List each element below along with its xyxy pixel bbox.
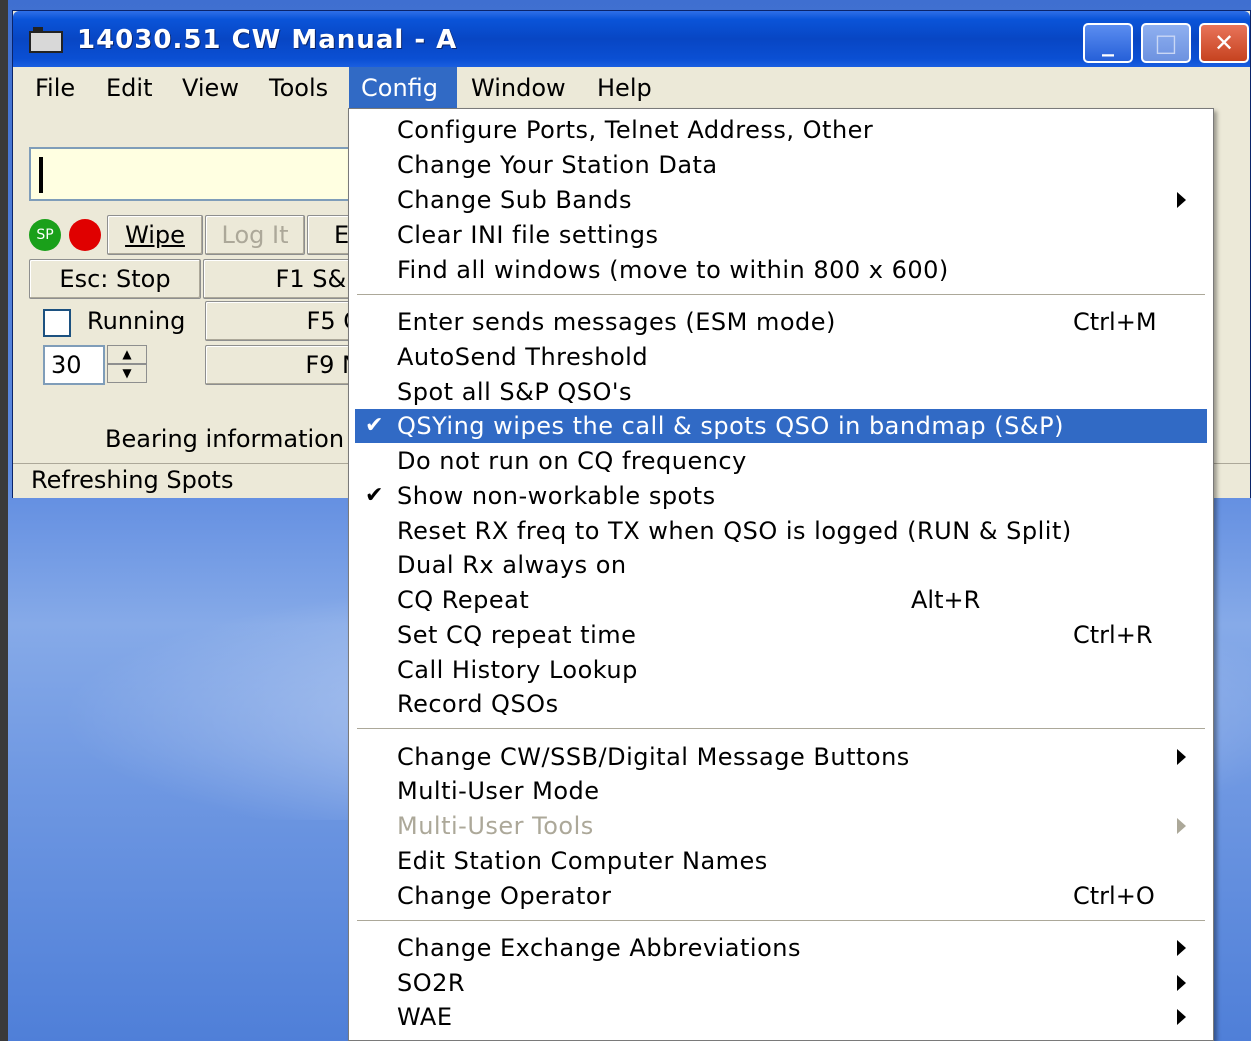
menu-do-not-run-cq[interactable]: Do not run on CQ frequency xyxy=(355,444,1207,478)
menu-set-cq-repeat-time[interactable]: Set CQ repeat time Ctrl+R xyxy=(355,618,1207,652)
stepper-down-icon[interactable]: ▼ xyxy=(107,364,147,383)
stepper-up-icon[interactable]: ▲ xyxy=(107,345,147,364)
cq-repeat-input[interactable]: 30 xyxy=(43,345,105,385)
menu-edit[interactable]: Edit xyxy=(94,67,164,109)
menu-spot-all-sp[interactable]: Spot all S&P QSO's xyxy=(355,375,1207,409)
cq-repeat-stepper[interactable]: ▲ ▼ xyxy=(107,345,147,385)
submenu-arrow-icon xyxy=(1177,818,1186,834)
menu-wae[interactable]: WAE xyxy=(355,1000,1207,1034)
menu-change-sub-bands[interactable]: Change Sub Bands xyxy=(355,183,1207,217)
sp-indicator-icon: SP xyxy=(29,219,61,251)
submenu-arrow-icon xyxy=(1177,192,1186,208)
menu-so2r[interactable]: SO2R xyxy=(355,966,1207,1000)
wipe-button[interactable]: Wipe xyxy=(107,215,203,255)
menu-configure-ports[interactable]: Configure Ports, Telnet Address, Other xyxy=(355,113,1207,147)
menu-edit-station-names[interactable]: Edit Station Computer Names xyxy=(355,844,1207,878)
window-title: 14030.51 CW Manual - A xyxy=(77,25,458,55)
menu-clear-ini[interactable]: Clear INI file settings xyxy=(355,218,1207,252)
menu-record-qsos[interactable]: Record QSOs xyxy=(355,687,1207,721)
menu-multi-user-tools: Multi-User Tools xyxy=(355,809,1207,843)
f1-button[interactable]: F1 S&F xyxy=(203,259,367,299)
run-indicator-icon xyxy=(69,219,101,251)
close-button[interactable]: ✕ xyxy=(1199,23,1249,63)
config-dropdown-menu: Configure Ports, Telnet Address, Other C… xyxy=(348,108,1214,1041)
bearing-info: Bearing information a xyxy=(105,425,367,453)
menu-reset-rx-freq[interactable]: Reset RX freq to TX when QSO is logged (… xyxy=(355,514,1207,548)
menu-help[interactable]: Help xyxy=(585,67,664,109)
menu-separator xyxy=(357,294,1205,296)
menu-separator xyxy=(357,728,1205,730)
menu-file[interactable]: File xyxy=(23,67,87,109)
running-checkbox[interactable] xyxy=(43,309,71,337)
menu-find-all-windows[interactable]: Find all windows (move to within 800 x 6… xyxy=(355,253,1207,287)
menu-show-non-workable[interactable]: ✔ Show non-workable spots xyxy=(355,479,1207,513)
menu-multi-user-mode[interactable]: Multi-User Mode xyxy=(355,774,1207,808)
menu-window[interactable]: Window xyxy=(459,67,578,109)
menu-cq-repeat[interactable]: CQ Repeat Alt+R xyxy=(355,583,1207,617)
f9-button[interactable]: F9 N xyxy=(205,345,367,385)
title-bar[interactable]: 14030.51 CW Manual - A _ □ ✕ xyxy=(13,11,1250,67)
status-text: Refreshing Spots xyxy=(31,466,234,494)
submenu-arrow-icon xyxy=(1177,749,1186,765)
menu-separator xyxy=(357,920,1205,922)
minimize-button[interactable]: _ xyxy=(1083,23,1133,63)
menu-tools[interactable]: Tools xyxy=(257,67,340,109)
menu-change-station-data[interactable]: Change Your Station Data xyxy=(355,148,1207,182)
menu-dual-rx[interactable]: Dual Rx always on xyxy=(355,548,1207,582)
maximize-button[interactable]: □ xyxy=(1141,23,1191,63)
menu-change-exchange-abbreviations[interactable]: Change Exchange Abbreviations xyxy=(355,931,1207,965)
submenu-arrow-icon xyxy=(1177,1009,1186,1025)
menu-qsying-wipes[interactable]: ✔ QSYing wipes the call & spots QSO in ba… xyxy=(355,409,1207,443)
checkmark-icon: ✔ xyxy=(365,413,384,438)
callsign-input[interactable] xyxy=(29,147,359,201)
menu-config[interactable]: Config xyxy=(349,67,457,109)
menu-call-history-lookup[interactable]: Call History Lookup xyxy=(355,653,1207,687)
menu-view[interactable]: View xyxy=(170,67,251,109)
menu-change-message-buttons[interactable]: Change CW/SSB/Digital Message Buttons xyxy=(355,740,1207,774)
log-it-button[interactable]: Log It xyxy=(205,215,305,255)
submenu-arrow-icon xyxy=(1177,975,1186,991)
menu-change-operator[interactable]: Change Operator Ctrl+O xyxy=(355,879,1207,913)
menu-esm-mode[interactable]: Enter sends messages (ESM mode) Ctrl+M xyxy=(355,305,1207,339)
submenu-arrow-icon xyxy=(1177,940,1186,956)
checkmark-icon: ✔ xyxy=(365,483,384,508)
text-caret xyxy=(39,157,43,193)
app-icon xyxy=(29,27,63,53)
running-label: Running xyxy=(87,307,186,335)
menu-autosend-threshold[interactable]: AutoSend Threshold xyxy=(355,340,1207,374)
f5-button[interactable]: F5 C xyxy=(205,301,367,341)
esc-stop-button[interactable]: Esc: Stop xyxy=(29,259,201,299)
menu-bar: File Edit View Tools Config Window Help xyxy=(13,67,1250,109)
